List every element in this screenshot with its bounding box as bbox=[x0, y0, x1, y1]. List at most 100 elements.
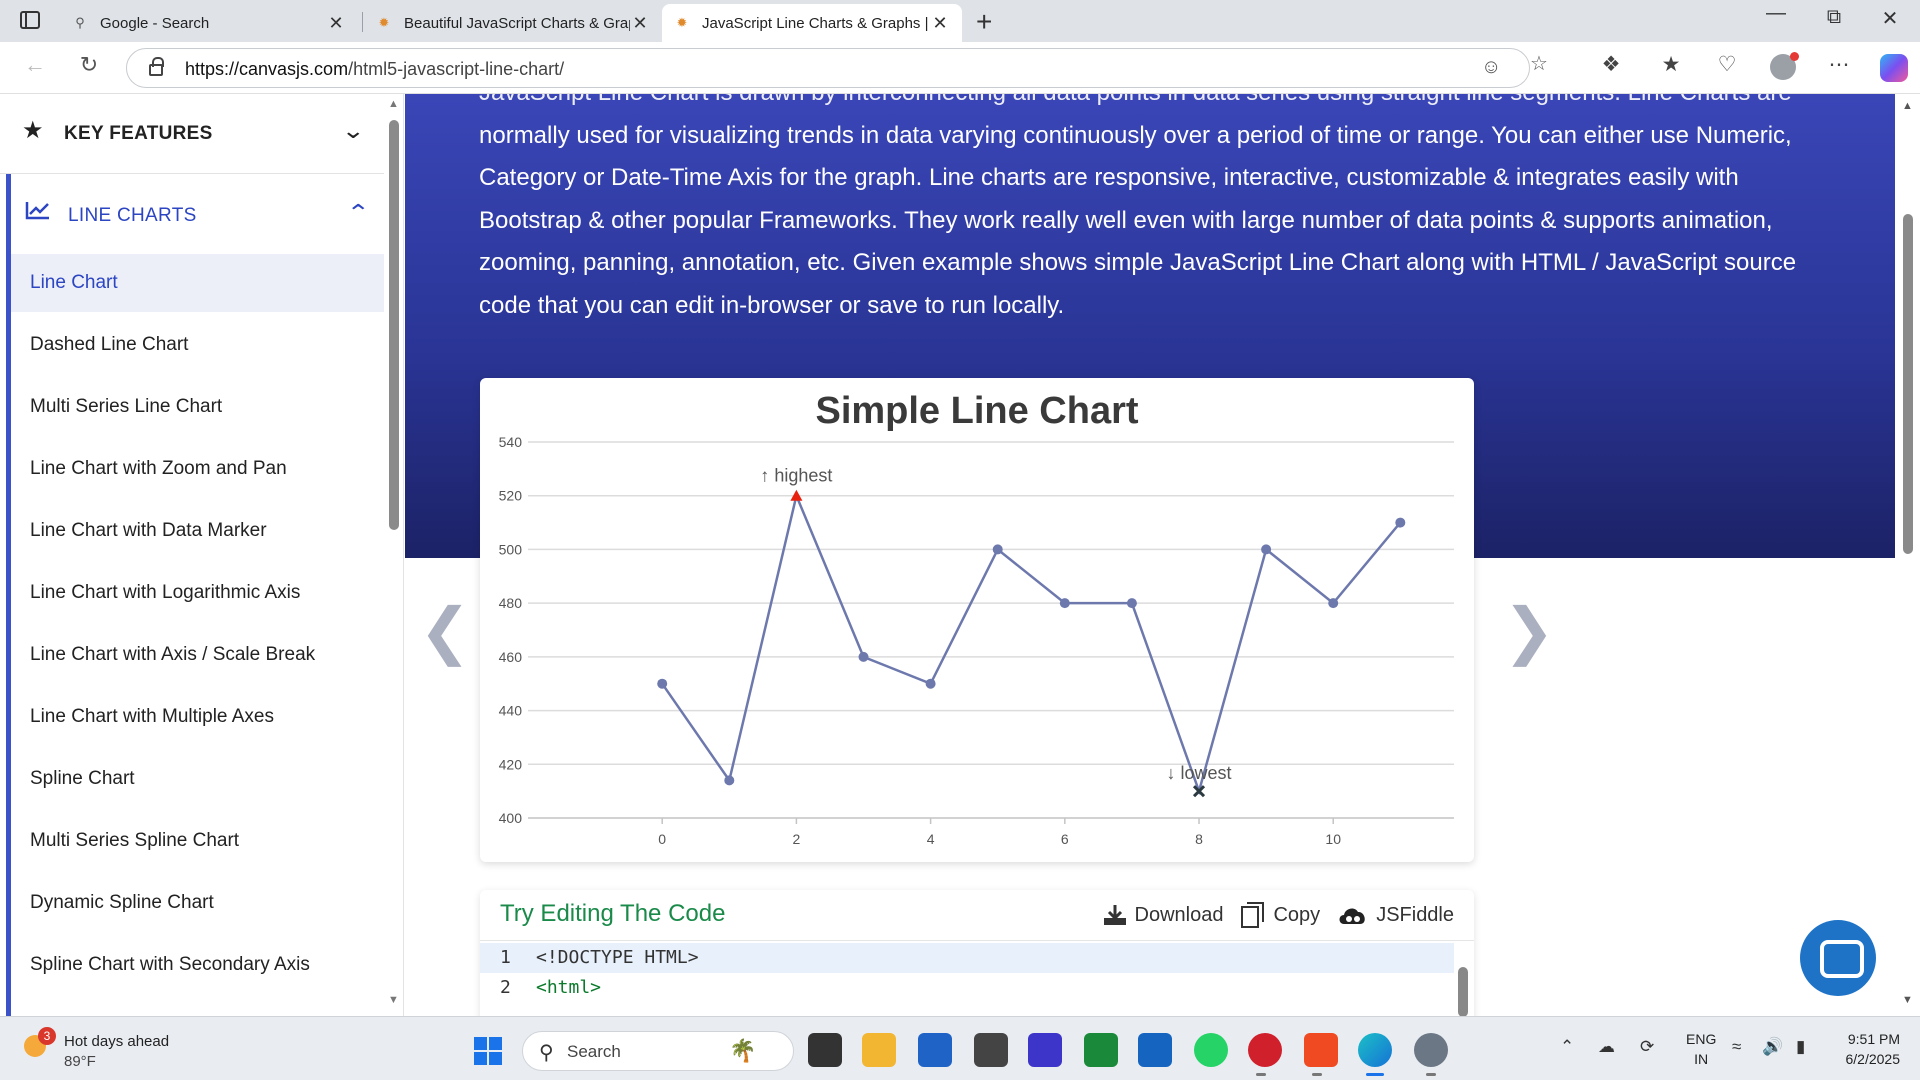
tab-beautiful-charts[interactable]: ✹ Beautiful JavaScript Charts & Grap ✕ bbox=[364, 4, 662, 42]
line-number: 2 bbox=[500, 977, 511, 998]
code-text: <html> bbox=[536, 977, 602, 998]
sidebar-item-multiple-axes[interactable]: Line Chart with Multiple Axes bbox=[11, 688, 384, 746]
code-editor[interactable]: 1 <!DOCTYPE HTML> 2 <html> bbox=[480, 940, 1474, 1016]
app-icon[interactable] bbox=[974, 1033, 1008, 1067]
file-explorer-icon[interactable] bbox=[862, 1033, 896, 1067]
search-icon: ⚲ bbox=[539, 1042, 554, 1064]
sidebar-item-dynamic-spline[interactable]: Dynamic Spline Chart bbox=[11, 874, 384, 932]
store-icon[interactable] bbox=[918, 1033, 952, 1067]
scrollbar-thumb[interactable] bbox=[1903, 214, 1913, 554]
code-toolbar: Download Copy JSFiddle bbox=[1103, 902, 1454, 928]
tab-line-charts[interactable]: ✹ JavaScript Line Charts & Graphs | ✕ bbox=[662, 4, 962, 42]
sidebar-item-logarithmic-axis[interactable]: Line Chart with Logarithmic Axis bbox=[11, 564, 384, 622]
scrollbar-thumb[interactable] bbox=[389, 120, 399, 530]
download-button[interactable]: Download bbox=[1103, 902, 1223, 928]
sidebar-item-multi-series-line-chart[interactable]: Multi Series Line Chart bbox=[11, 378, 384, 436]
sidebar-scrollbar[interactable]: ▲ ▼ bbox=[384, 94, 403, 1016]
xbox-icon[interactable] bbox=[1084, 1033, 1118, 1067]
more-options-icon[interactable]: ⋯ bbox=[1824, 52, 1854, 77]
back-icon[interactable]: ← bbox=[20, 52, 50, 78]
chat-support-icon[interactable] bbox=[1800, 920, 1876, 996]
tab-actions-icon[interactable] bbox=[20, 11, 40, 29]
favorite-star-icon[interactable]: ☆ bbox=[1530, 51, 1548, 76]
data-point bbox=[858, 651, 869, 662]
windows-start-icon[interactable] bbox=[474, 1037, 502, 1065]
refresh-icon[interactable]: ↻ bbox=[74, 52, 104, 78]
close-icon[interactable]: ✕ bbox=[326, 13, 346, 34]
sidebar-item-data-marker[interactable]: Line Chart with Data Marker bbox=[11, 502, 384, 560]
jsfiddle-button[interactable]: JSFiddle bbox=[1338, 902, 1454, 928]
extensions-icon[interactable]: ❖ bbox=[1596, 52, 1626, 77]
x-tick-label: 0 bbox=[658, 831, 666, 847]
onedrive-icon[interactable]: ☁ bbox=[1598, 1037, 1615, 1057]
date-text: 6/2/2025 bbox=[1845, 1051, 1901, 1067]
scroll-up-icon[interactable]: ▲ bbox=[1902, 100, 1913, 112]
sidebar-item-multi-series-spline[interactable]: Multi Series Spline Chart bbox=[11, 812, 384, 870]
close-window-icon[interactable]: ✕ bbox=[1870, 6, 1910, 31]
weather-temp: 89°F bbox=[64, 1053, 96, 1070]
chevron-down-icon[interactable]: ⌄ bbox=[341, 118, 365, 144]
scroll-up-icon[interactable]: ▲ bbox=[388, 98, 399, 110]
close-icon[interactable]: ✕ bbox=[630, 13, 650, 34]
volume-icon[interactable]: 🔊 bbox=[1762, 1037, 1783, 1057]
edge-icon[interactable] bbox=[1358, 1033, 1392, 1067]
code-line[interactable]: 1 <!DOCTYPE HTML> bbox=[480, 943, 1454, 973]
taskbar-search[interactable]: ⚲ Search 🌴 bbox=[522, 1031, 794, 1071]
battery-icon[interactable]: ▮ bbox=[1796, 1037, 1805, 1057]
series-line bbox=[661, 491, 1402, 796]
opera-icon[interactable] bbox=[1248, 1033, 1282, 1067]
line-charts-header[interactable]: LINE CHARTS ⌃ bbox=[11, 174, 384, 254]
profile-avatar[interactable] bbox=[1770, 52, 1799, 80]
prev-chart-arrow-icon[interactable]: ❮ bbox=[419, 594, 471, 667]
copilot-icon[interactable] bbox=[1880, 54, 1908, 82]
next-chart-arrow-icon[interactable]: ❯ bbox=[1503, 594, 1555, 667]
restore-icon[interactable]: ⧉ bbox=[1814, 6, 1854, 29]
page-scrollbar[interactable]: ▲ ▼ bbox=[1895, 94, 1920, 1016]
favorites-icon[interactable]: ★ bbox=[1656, 52, 1686, 77]
url-text[interactable]: https://canvasjs.com/html5-javascript-li… bbox=[185, 59, 564, 80]
scrollbar-thumb[interactable] bbox=[1458, 967, 1468, 1016]
canvasjs-icon: ✹ bbox=[378, 15, 390, 30]
code-line[interactable]: 2 <html> bbox=[480, 973, 1454, 1003]
read-aloud-icon[interactable]: ☺ bbox=[1481, 56, 1501, 79]
download-icon bbox=[1103, 905, 1126, 925]
task-view-icon[interactable] bbox=[808, 1033, 842, 1067]
data-point bbox=[1395, 517, 1406, 528]
sidebar-item-spline-secondary-axis[interactable]: Spline Chart with Secondary Axis bbox=[11, 936, 384, 994]
sidebar-item-dashed-line-chart[interactable]: Dashed Line Chart bbox=[11, 316, 384, 374]
minimize-icon[interactable]: — bbox=[1756, 2, 1796, 25]
chevron-up-icon[interactable]: ⌃ bbox=[346, 200, 370, 226]
sidebar-section-key-features[interactable]: ★ KEY FEATURES ⌄ bbox=[0, 94, 384, 174]
sync-icon[interactable]: ⟳ bbox=[1640, 1037, 1654, 1057]
brave-icon[interactable] bbox=[1304, 1033, 1338, 1067]
new-tab-button[interactable]: + bbox=[976, 6, 992, 38]
search-label: Search bbox=[567, 1042, 621, 1061]
lock-icon[interactable] bbox=[149, 57, 164, 76]
tab-google-search[interactable]: ⚲ Google - Search ✕ bbox=[60, 4, 358, 42]
editor-app-icon[interactable] bbox=[1028, 1033, 1062, 1067]
outlook-icon[interactable] bbox=[1138, 1033, 1172, 1067]
sidebar-item-spline-chart[interactable]: Spline Chart bbox=[11, 750, 384, 808]
x-tick-label: 2 bbox=[793, 831, 801, 847]
settings-icon[interactable] bbox=[1414, 1033, 1448, 1067]
wifi-icon[interactable]: ≈ bbox=[1732, 1037, 1741, 1057]
data-point bbox=[925, 678, 936, 689]
close-icon[interactable]: ✕ bbox=[930, 13, 950, 34]
whatsapp-icon[interactable] bbox=[1194, 1033, 1228, 1067]
data-point bbox=[657, 678, 668, 689]
tab-title: Google - Search bbox=[100, 14, 210, 32]
clock[interactable]: 9:51 PM 6/2/2025 bbox=[1834, 1029, 1901, 1069]
code-scrollbar[interactable] bbox=[1458, 947, 1468, 1016]
tray-overflow-icon[interactable]: ⌃ bbox=[1560, 1037, 1574, 1057]
browser-essentials-icon[interactable]: ♡ bbox=[1712, 52, 1742, 77]
scroll-down-icon[interactable]: ▼ bbox=[1902, 994, 1913, 1006]
copy-button[interactable]: Copy bbox=[1241, 902, 1320, 928]
address-bar[interactable]: https://canvasjs.com/html5-javascript-li… bbox=[126, 48, 1530, 88]
sidebar-item-line-chart[interactable]: Line Chart bbox=[11, 254, 384, 312]
scroll-down-icon[interactable]: ▼ bbox=[388, 994, 399, 1006]
sidebar-item-zoom-pan[interactable]: Line Chart with Zoom and Pan bbox=[11, 440, 384, 498]
language-indicator[interactable]: ENG IN bbox=[1686, 1029, 1716, 1069]
sidebar-item-scale-break[interactable]: Line Chart with Axis / Scale Break bbox=[11, 626, 384, 684]
region-code: IN bbox=[1694, 1051, 1709, 1067]
main-content: JavaScript Line Chart is drawn by interc… bbox=[405, 94, 1900, 1016]
